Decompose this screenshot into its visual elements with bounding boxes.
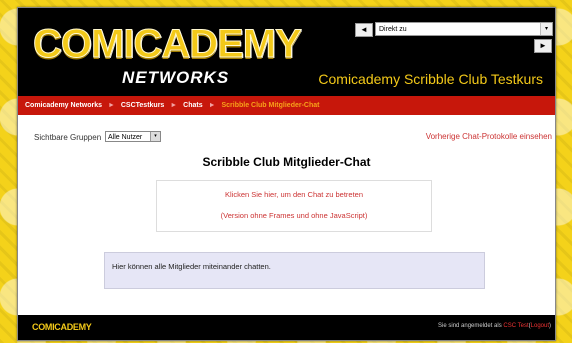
- login-info-text: Sie sind angemeldet als: [438, 323, 502, 329]
- user-profile-link[interactable]: CSC Test: [503, 323, 528, 329]
- arrow-left-icon: ◄: [360, 25, 368, 34]
- site-logo[interactable]: COMICADEMY: [33, 24, 303, 65]
- logout-paren-close: ): [549, 323, 551, 329]
- login-info: Sie sind angemeldet als CSC Test(Logout): [438, 323, 551, 329]
- arrow-right-icon: ►: [539, 41, 547, 50]
- breadcrumb-separator-icon: ►: [208, 102, 216, 109]
- chat-intro-box: Hier können alle Mitglieder miteinander …: [104, 252, 485, 289]
- jump-to-select[interactable]: Direkt zu ▾: [375, 22, 553, 36]
- breadcrumb-item-chats[interactable]: Chats: [183, 96, 202, 115]
- page-container: COMICADEMY NETWORKS Comicademy Scribble …: [17, 7, 556, 341]
- breadcrumb-item-home[interactable]: Comicademy Networks: [25, 96, 102, 115]
- no-frames-chat-link[interactable]: (Version ohne Frames und ohne JavaScript…: [157, 211, 431, 220]
- previous-activity-button[interactable]: ◄: [355, 23, 373, 37]
- footer-logo: COMICADEMY: [32, 322, 92, 332]
- site-logo-subtitle: NETWORKS: [122, 68, 230, 87]
- site-header: COMICADEMY NETWORKS Comicademy Scribble …: [18, 8, 555, 96]
- breadcrumb-separator-icon: ►: [170, 102, 178, 109]
- site-footer: COMICADEMY Sie sind angemeldet als CSC T…: [18, 315, 555, 340]
- visible-groups-label: Sichtbare Gruppen: [34, 133, 102, 142]
- chevron-down-icon: ▾: [540, 23, 552, 35]
- chat-entry-box: Klicken Sie hier, um den Chat zu betrete…: [156, 180, 432, 232]
- next-activity-button[interactable]: ►: [534, 39, 552, 53]
- chat-intro-text: Hier können alle Mitglieder miteinander …: [112, 262, 271, 271]
- visible-groups-select[interactable]: Alle Nutzer ▾: [105, 131, 161, 142]
- course-title: Comicademy Scribble Club Testkurs: [318, 71, 543, 87]
- previous-chat-logs-link[interactable]: Vorherige Chat-Protokolle einsehen: [426, 132, 552, 141]
- visible-groups-value: Alle Nutzer: [108, 134, 143, 141]
- jump-to-value: Direkt zu: [379, 26, 407, 33]
- logout-link[interactable]: Logout: [531, 323, 549, 329]
- chevron-down-icon: ▾: [150, 132, 160, 141]
- enter-chat-link[interactable]: Klicken Sie hier, um den Chat zu betrete…: [157, 190, 431, 199]
- breadcrumb-item-current: Scribble Club Mitglieder-Chat: [221, 102, 320, 109]
- breadcrumb-item-course[interactable]: CSCTestkurs: [121, 96, 164, 115]
- breadcrumb-separator-icon: ►: [107, 102, 115, 109]
- page-title: Scribble Club Mitglieder-Chat: [202, 155, 371, 169]
- breadcrumb: Comicademy Networks ► CSCTestkurs ► Chat…: [18, 96, 555, 115]
